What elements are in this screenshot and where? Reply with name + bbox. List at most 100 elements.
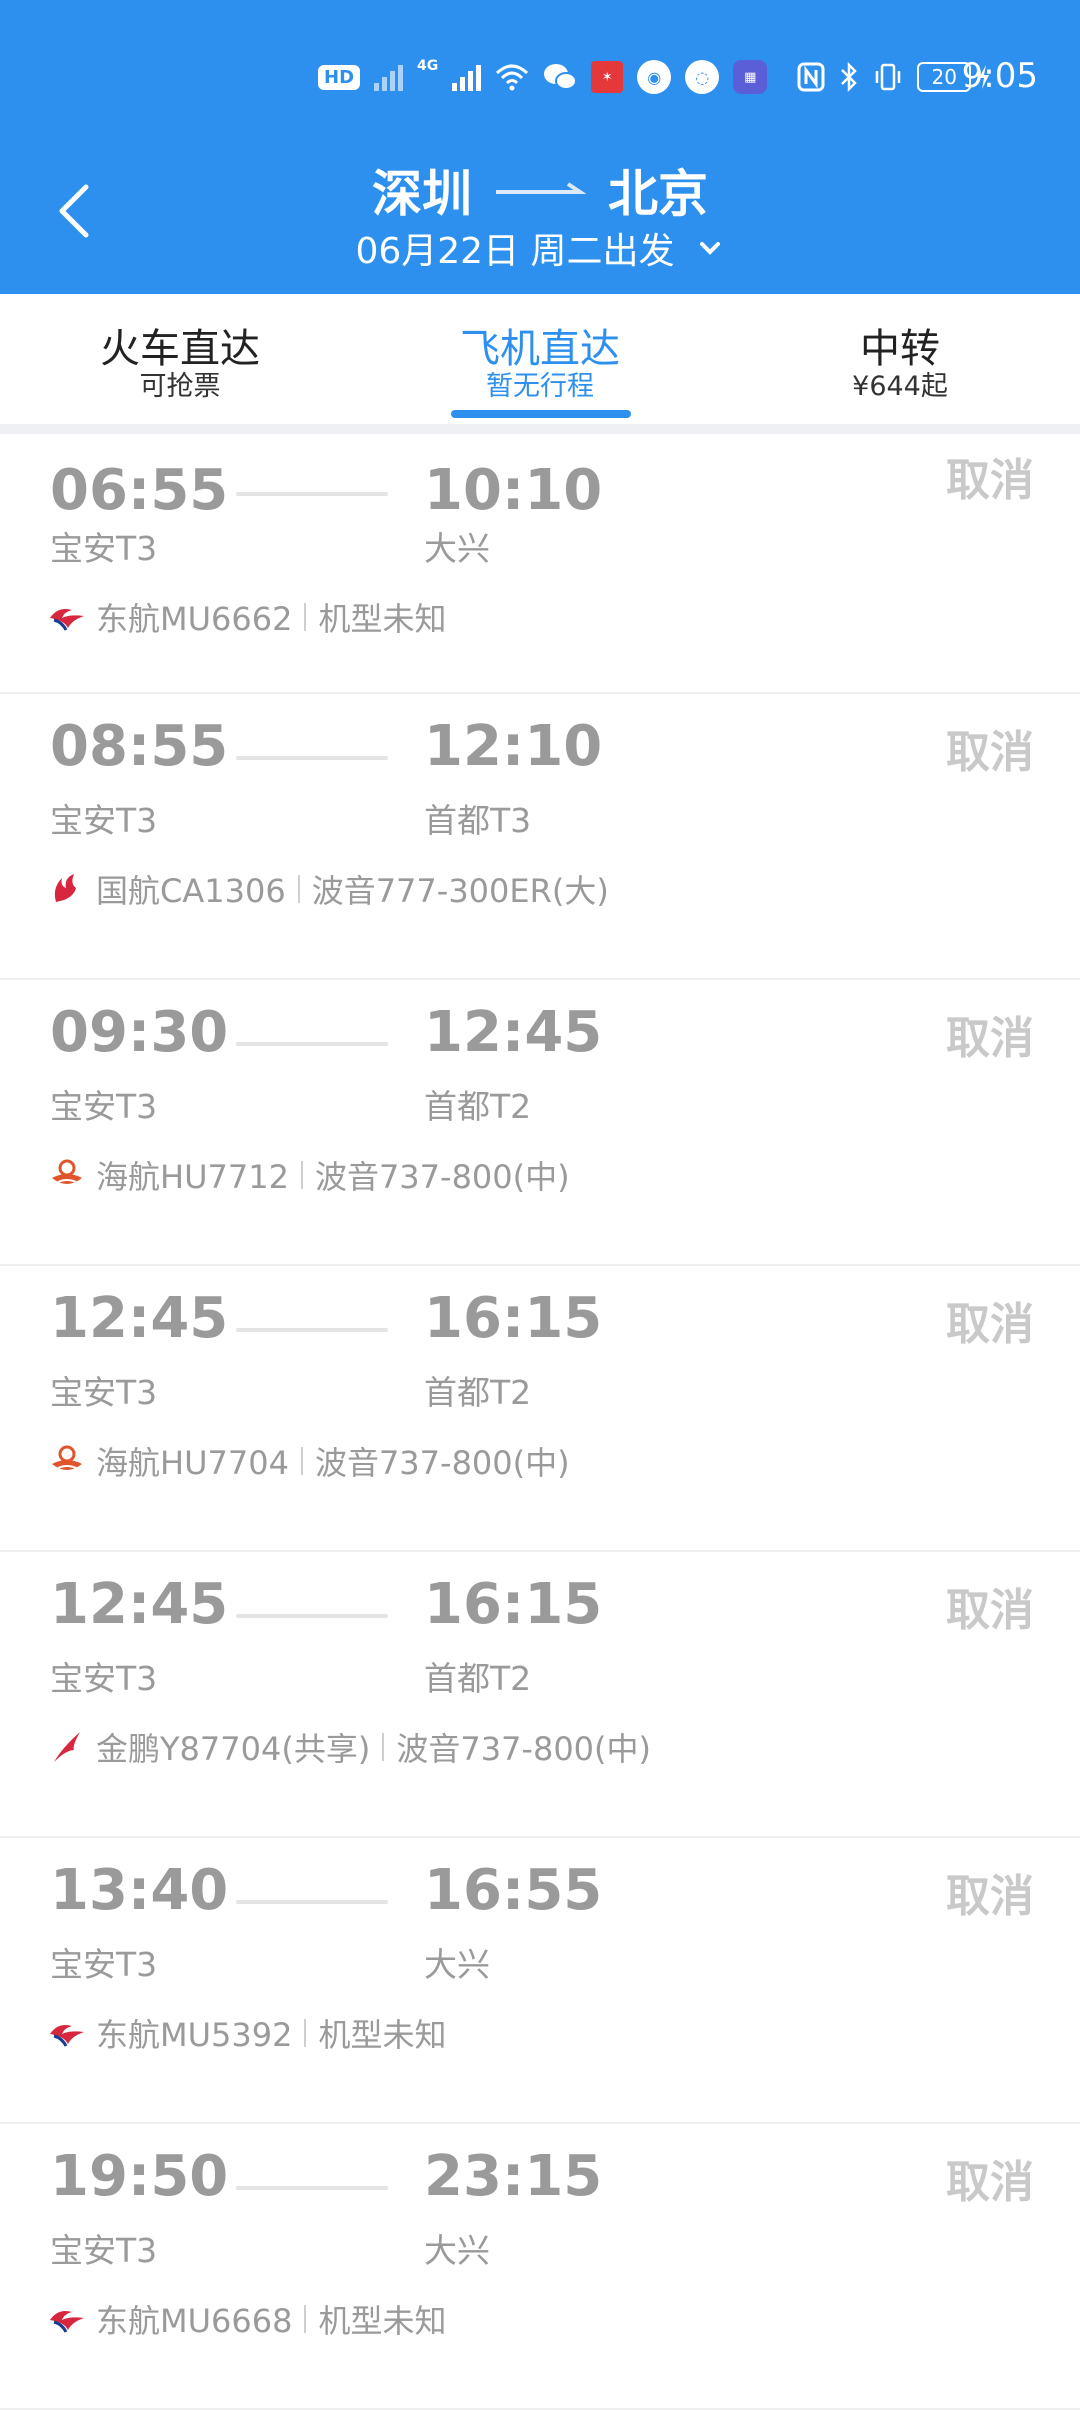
departure-date: 06月22日 周二出发 — [355, 231, 675, 272]
cancel-button[interactable]: 取消 — [946, 716, 1034, 780]
arrival-time: 12:10 — [424, 714, 603, 779]
aircraft-type: 波音777-300ER(大) — [311, 872, 609, 910]
departure-time: 12:45 — [50, 1572, 229, 1637]
aircraft-type: 机型未知 — [318, 2302, 447, 2340]
divider — [300, 1447, 303, 1475]
tab-train[interactable]: 火车直达 可抢票 — [0, 326, 360, 402]
flight-line — [236, 492, 388, 496]
divider — [304, 2305, 307, 2333]
battery-level: 20 — [931, 65, 957, 89]
departure-airport: 宝安T3 — [50, 1087, 158, 1126]
bluetooth-icon — [839, 61, 859, 93]
airline-flight: 东航MU6668 — [96, 2302, 293, 2340]
airline-flight: 海航HU7712 — [96, 1158, 289, 1196]
arrival-time: 10:10 — [424, 458, 603, 523]
arrival-time: 16:55 — [424, 1858, 603, 1923]
airline-info: 国航CA1306 波音777-300ER(大) — [48, 866, 609, 912]
signal-icon — [452, 63, 482, 91]
status-icons: HD 4G ✶ ◉ ◌ ▦ 20 — [318, 58, 991, 96]
app-icon: ◌ — [685, 60, 720, 94]
arrival-airport: 大兴 — [424, 529, 490, 568]
suparna-logo — [48, 1728, 86, 1766]
airline-flight: 东航MU6662 — [96, 600, 293, 638]
wechat-icon — [543, 62, 578, 92]
signal-icon — [374, 63, 404, 91]
airline-info: 东航MU6668 机型未知 — [48, 2296, 447, 2342]
flight-line — [236, 1900, 388, 1904]
cancel-button[interactable]: 取消 — [946, 1288, 1034, 1352]
departure-airport: 宝安T3 — [50, 1659, 158, 1698]
hainan-airlines-logo — [48, 1156, 86, 1194]
flight-line — [236, 1042, 388, 1046]
tab-train-title: 火车直达 — [100, 326, 260, 372]
departure-time: 13:40 — [50, 1858, 229, 1923]
airline-flight: 金鹏Y87704(共享) — [96, 1730, 371, 1768]
cancel-button[interactable]: 取消 — [946, 1002, 1034, 1066]
hd-icon: HD — [318, 64, 361, 90]
active-tab-indicator — [451, 410, 631, 418]
tab-train-sub: 可抢票 — [139, 371, 221, 402]
aircraft-type: 机型未知 — [318, 600, 447, 638]
departure-airport: 宝安T3 — [50, 801, 158, 840]
airline-flight: 东航MU5392 — [96, 2016, 293, 2054]
app-icon: ✶ — [591, 61, 624, 93]
status-bar: HD 4G ✶ ◉ ◌ ▦ 20 9:05 — [0, 52, 1080, 102]
departure-airport: 宝安T3 — [50, 2231, 158, 2270]
airline-info: 海航HU7712 波音737-800(中) — [48, 1152, 570, 1198]
departure-time: 12:45 — [50, 1286, 229, 1351]
flight-row[interactable]: 06:55 10:10 宝安T3 大兴 东航MU6662 机型未知 取消 — [0, 434, 1080, 694]
flight-row[interactable]: 12:45 16:15 宝安T3 首都T2 海航HU7704 波音737-800(中) 取消 — [0, 1266, 1080, 1552]
tab-flight-title: 飞机直达 — [460, 326, 620, 372]
arrival-airport: 首都T2 — [424, 1373, 532, 1412]
departure-airport: 宝安T3 — [50, 1373, 158, 1412]
cancel-button[interactable]: 取消 — [946, 444, 1034, 508]
divider — [304, 603, 307, 631]
network-type: 4G — [417, 58, 439, 74]
aircraft-type: 机型未知 — [318, 2016, 447, 2054]
air-china-logo — [48, 870, 86, 908]
airline-info: 海航HU7704 波音737-800(中) — [48, 1438, 570, 1484]
cancel-button[interactable]: 取消 — [946, 1860, 1034, 1924]
tab-transfer[interactable]: 中转 ¥644起 — [720, 326, 1080, 402]
flight-row[interactable]: 08:55 12:10 宝安T3 首都T3 国航CA1306 波音777-300ER(大)… — [0, 694, 1080, 980]
arrival-airport: 首都T2 — [424, 1659, 532, 1698]
hd-label: HD — [324, 66, 355, 88]
destination-city: 北京 — [608, 165, 708, 223]
airline-info: 金鹏Y87704(共享) 波音737-800(中) — [48, 1724, 651, 1770]
divider — [297, 875, 300, 903]
aircraft-type: 波音737-800(中) — [396, 1730, 652, 1768]
date-selector[interactable]: 06月22日 周二出发 — [0, 222, 1080, 274]
route-title: 深圳 北京 — [0, 154, 1080, 226]
arrival-airport: 大兴 — [424, 1945, 490, 1984]
departure-airport: 宝安T3 — [50, 1945, 158, 1984]
arrival-time: 16:15 — [424, 1572, 603, 1637]
route-arrow-icon — [496, 182, 586, 194]
arrival-time: 12:45 — [424, 1000, 603, 1065]
flight-line — [236, 1614, 388, 1618]
airline-flight: 海航HU7704 — [96, 1444, 289, 1482]
arrival-airport: 首都T3 — [424, 801, 532, 840]
hainan-airlines-logo — [48, 1442, 86, 1480]
tab-transfer-title: 中转 — [860, 326, 940, 372]
departure-time: 09:30 — [50, 1000, 229, 1065]
tab-transfer-sub: ¥644起 — [852, 371, 948, 402]
airline-info: 东航MU5392 机型未知 — [48, 2010, 447, 2056]
cancel-button[interactable]: 取消 — [946, 1574, 1034, 1638]
flight-row[interactable]: 13:40 16:55 宝安T3 大兴东航MU5392 机型未知 取消 — [0, 1838, 1080, 2124]
tab-flight-sub: 暂无行程 — [486, 371, 594, 402]
flight-row[interactable]: 09:30 12:45 宝安T3 首都T2 海航HU7712 波音737-800(中) 取消 — [0, 980, 1080, 1266]
tab-flight[interactable]: 飞机直达 暂无行程 — [360, 326, 720, 402]
arrival-time: 23:15 — [424, 2144, 603, 2209]
chevron-down-icon — [699, 242, 720, 255]
cancel-button[interactable]: 取消 — [946, 2146, 1034, 2210]
flight-line — [236, 2186, 388, 2190]
airline-flight: 国航CA1306 — [96, 872, 286, 910]
flight-row[interactable]: 12:45 16:15 宝安T3 首都T2 金鹏Y87704(共享) 波音737-800(… — [0, 1552, 1080, 1838]
flight-row[interactable]: 19:50 23:15 宝安T3 大兴 东航MU6668 机型未知 取消 — [0, 2124, 1080, 2410]
flight-list: 06:55 10:10 宝安T3 大兴 东航MU6662 机型未知 取消 08:55 12:10… — [0, 434, 1080, 2410]
app-icon: ◉ — [637, 60, 672, 94]
wifi-icon — [495, 63, 529, 91]
departure-airport: 宝安T3 — [50, 529, 158, 568]
clock: 9:05 — [961, 56, 1038, 96]
departure-time: 19:50 — [50, 2144, 229, 2209]
